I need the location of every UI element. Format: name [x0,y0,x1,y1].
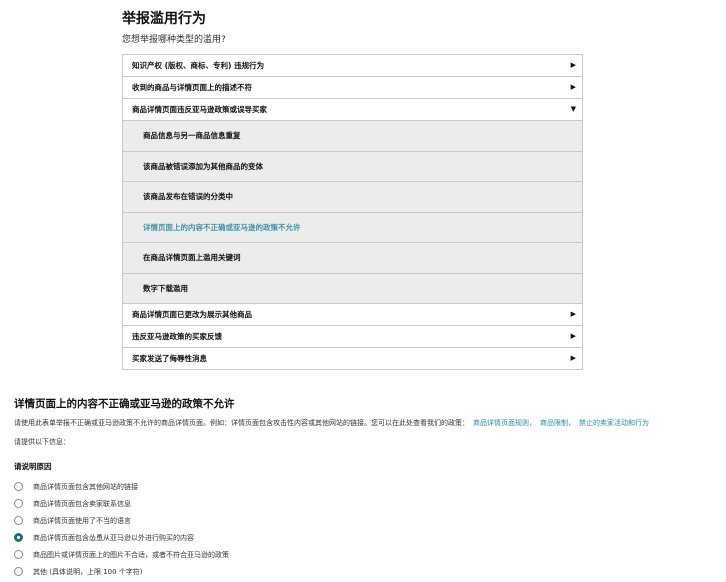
reason-option-seller-contact[interactable]: 商品详情页面包含卖家联系信息 [14,495,720,512]
page-subtitle: 您想举报哪种类型的滥用? [122,35,226,45]
accordion-item-label: 买家发送了侮辱性消息 [132,354,207,363]
sub-item-wrong-category[interactable]: 该商品发布在错误的分类中 [123,182,582,213]
option-label: 商品详情页面包含其他网站的链接 [33,482,138,491]
reason-option-inappropriate-language[interactable]: 商品详情页面使用了不当的语言 [14,512,720,529]
caret-right-icon: ▶ [570,83,576,91]
option-label: 商品图片或详情页面上的图片不合适，或者不符合亚马逊的政策 [33,550,229,559]
caret-right-icon: ▶ [570,310,576,318]
option-label: 商品详情页面包含卖家联系信息 [33,499,131,508]
accordion-item-label: 商品详情页面已更改为展示其他商品 [132,310,252,319]
accordion-item-policy-violation[interactable]: 商品详情页面违反亚马逊政策或误导买家 ▼ [123,99,582,121]
detail-title: 详情页面上的内容不正确或亚马逊的政策不允许 [14,398,235,410]
sub-item-keyword-abuse[interactable]: 在商品详情页面上滥用关键词 [123,243,582,274]
reason-option-other[interactable]: 其他 (具体说明，上限 100 个字符) [14,563,720,580]
detail-description: 请使用此表单举报不正确或亚马逊政策不允许的商品详情页面。例如：详情页面包含攻击性… [14,418,720,428]
accordion-item-ip-violation[interactable]: 知识产权 (版权、商标、专利) 违规行为 ▶ [123,55,582,77]
description-text: 请使用此表单举报不正确或亚马逊政策不允许的商品详情页面。例如：详情页面包含攻击性… [14,419,469,427]
accordion-sub-list: 商品信息与另一商品信息重复 该商品被错误添加为其他商品的变体 该商品发布在错误的… [123,121,582,304]
radio-button[interactable] [14,516,23,525]
reason-radio-group: 商品详情页面包含其他网站的链接 商品详情页面包含卖家联系信息 商品详情页面使用了… [14,478,720,580]
policy-link-detail-page-rules[interactable]: 商品详情页面规则， [473,419,536,427]
accordion-item-label: 知识产权 (版权、商标、专利) 违规行为 [132,61,265,70]
sub-item-duplicate-listing[interactable]: 商品信息与另一商品信息重复 [123,121,582,152]
accordion-item-page-changed[interactable]: 商品详情页面已更改为展示其他商品 ▶ [123,304,582,326]
policy-link-prohibited-activities[interactable]: 禁止的卖家活动和行为 [579,419,649,427]
reason-option-inappropriate-image[interactable]: 商品图片或详情页面上的图片不合适，或者不符合亚马逊的政策 [14,546,720,563]
sub-item-incorrect-content[interactable]: 详情页面上的内容不正确或亚马逊的政策不允许 [123,213,582,243]
reason-heading: 请说明原因 [14,462,52,471]
caret-right-icon: ▶ [570,61,576,69]
option-label: 其他 (具体说明，上限 100 个字符) [33,567,143,576]
accordion-item-label: 违反亚马逊政策的买家反馈 [132,332,222,341]
radio-button[interactable] [14,499,23,508]
caret-right-icon: ▶ [570,332,576,340]
accordion-item-buyer-feedback[interactable]: 违反亚马逊政策的买家反馈 ▶ [123,326,582,348]
reason-option-off-amazon-purchase[interactable]: 商品详情页面包含怂恿从亚马逊以外进行购买的内容 [14,529,720,546]
abuse-type-accordion: 知识产权 (版权、商标、专利) 违规行为 ▶ 收到的商品与详情页面上的描述不符 … [122,54,583,370]
option-label: 商品详情页面包含怂恿从亚马逊以外进行购买的内容 [33,533,194,542]
accordion-item-label: 商品详情页面违反亚马逊政策或误导买家 [132,105,267,114]
sub-item-digital-download-abuse[interactable]: 数字下载滥用 [123,274,582,304]
page-title: 举报滥用行为 [122,11,206,27]
caret-right-icon: ▶ [570,354,576,362]
sub-item-wrong-variation[interactable]: 该商品被错误添加为其他商品的变体 [123,152,582,182]
accordion-item-label: 收到的商品与详情页面上的描述不符 [132,83,252,92]
radio-button-checked[interactable] [14,533,23,542]
accordion-item-abusive-message[interactable]: 买家发送了侮辱性消息 ▶ [123,348,582,370]
option-label: 商品详情页面使用了不当的语言 [33,516,131,525]
policy-link-product-restrictions[interactable]: 商品限制， [540,419,575,427]
caret-down-icon: ▼ [570,105,576,113]
radio-button[interactable] [14,550,23,559]
provide-info-text: 请提供以下信息： [14,438,70,446]
radio-button[interactable] [14,482,23,491]
report-detail-section: 详情页面上的内容不正确或亚马逊的政策不允许 请使用此表单举报不正确或亚马逊政策不… [14,396,720,580]
accordion-item-not-as-described[interactable]: 收到的商品与详情页面上的描述不符 ▶ [123,77,582,99]
radio-button[interactable] [14,567,23,576]
reason-option-external-links[interactable]: 商品详情页面包含其他网站的链接 [14,478,720,495]
